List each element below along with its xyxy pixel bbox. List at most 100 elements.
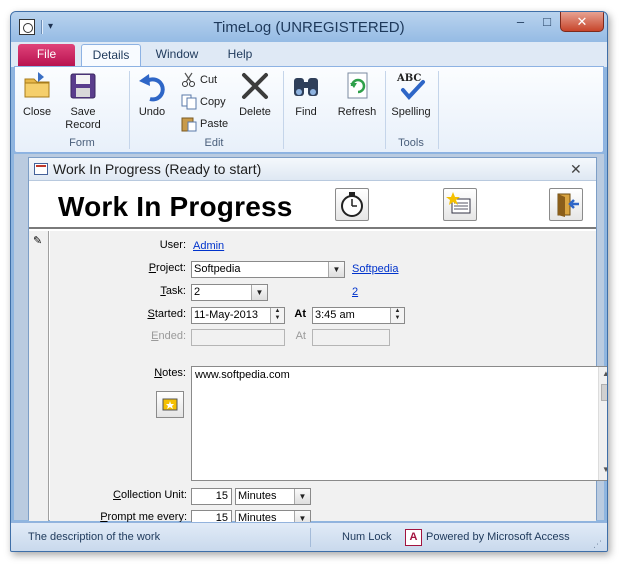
form-detail: User: Admin Project: Softpedia ▼ Softped…: [50, 231, 607, 527]
copy-button[interactable]: Copy: [181, 93, 226, 111]
form-header: Work In Progress: [29, 182, 596, 229]
ended-at-label: At: [295, 330, 306, 342]
form-title-bar: Work In Progress (Ready to start) ✕: [29, 158, 596, 181]
collection-value-input[interactable]: 15: [191, 488, 232, 505]
find-label: Find: [295, 106, 317, 118]
tab-window[interactable]: Window: [146, 44, 208, 67]
started-date-value: 11-May-2013: [194, 309, 258, 321]
chevron-down-icon[interactable]: ▼: [294, 489, 310, 504]
notes-textarea[interactable]: www.softpedia.com ▲ ▼: [191, 366, 607, 481]
ended-date-input: [191, 329, 285, 346]
title-bar: ▾ TimeLog (UNREGISTERED) – □ ✕: [11, 12, 607, 42]
paste-button[interactable]: Paste: [181, 115, 228, 133]
spin-buttons[interactable]: ▲ ▼: [390, 308, 404, 323]
spin-up-icon[interactable]: ▲: [391, 308, 404, 315]
cut-button[interactable]: Cut: [181, 71, 217, 89]
spelling-label: Spelling: [391, 106, 431, 118]
refresh-button[interactable]: Refresh: [335, 70, 379, 119]
delete-button[interactable]: Delete: [235, 70, 275, 119]
task-label-text: ask:: [165, 285, 186, 297]
project-link[interactable]: Softpedia: [352, 263, 398, 275]
spelling-button[interactable]: ABC Spelling: [388, 70, 434, 119]
spin-up-icon[interactable]: ▲: [271, 308, 284, 315]
notes-scrollbar[interactable]: ▲ ▼: [598, 367, 607, 480]
collection-unit-label: Collection Unit:: [70, 489, 187, 501]
group-separator: [385, 71, 386, 149]
new-task-icon: [446, 192, 471, 214]
started-time-input[interactable]: 3:45 am ▲ ▼: [312, 307, 405, 324]
notes-label-text: otes:: [162, 367, 186, 379]
refresh-icon: [347, 72, 368, 99]
start-timer-button[interactable]: [335, 188, 369, 221]
started-date-input[interactable]: 11-May-2013 ▲ ▼: [191, 307, 285, 324]
task-combo[interactable]: 2 ▼: [191, 284, 268, 301]
notes-label-accel: N: [154, 367, 163, 379]
copy-icon: [181, 94, 197, 110]
group-label-edit: Edit: [204, 137, 224, 149]
new-task-button[interactable]: [443, 188, 477, 221]
workspace: Work In Progress (Ready to start) ✕ Work…: [14, 154, 607, 527]
paste-label: Paste: [200, 118, 229, 130]
save-record-button[interactable]: Save Record: [61, 70, 105, 132]
stopwatch-icon: [341, 192, 363, 217]
exit-form-button[interactable]: [549, 188, 583, 221]
notes-stamp-icon: [162, 398, 178, 411]
ended-time-input: [312, 329, 390, 346]
group-separator: [283, 71, 284, 149]
project-value: Softpedia: [194, 263, 241, 275]
scroll-down-icon[interactable]: ▼: [602, 465, 607, 474]
undo-button[interactable]: Undo: [134, 70, 170, 119]
minimize-button[interactable]: –: [507, 12, 534, 32]
spin-down-icon[interactable]: ▼: [391, 315, 404, 322]
notes-stamp-button[interactable]: [156, 391, 184, 418]
group-separator: [438, 71, 439, 149]
ended-label: Ended:: [90, 330, 186, 342]
notes-label: Notes:: [90, 367, 186, 379]
started-time-value: 3:45 am: [315, 309, 355, 321]
svg-text:ABC: ABC: [396, 73, 421, 84]
chevron-down-icon[interactable]: ▼: [251, 285, 267, 300]
delete-label: Delete: [239, 106, 271, 118]
status-bar: The description of the work Num Lock A P…: [11, 522, 607, 551]
access-logo-icon: A: [405, 529, 422, 546]
started-label: Started:: [90, 308, 186, 320]
project-label-text: roject:: [156, 262, 186, 274]
refresh-label: Refresh: [337, 106, 377, 118]
close-form-icon: [24, 72, 50, 98]
chevron-down-icon[interactable]: ▼: [328, 262, 344, 277]
find-button[interactable]: Find: [289, 70, 323, 119]
task-label: Task:: [90, 285, 186, 297]
close-label: Close: [22, 106, 52, 118]
ended-label-text: nded:: [158, 330, 186, 342]
tab-help[interactable]: Help: [216, 44, 264, 67]
task-link[interactable]: 2: [352, 286, 358, 298]
tab-details[interactable]: Details: [81, 44, 141, 67]
close-form-button[interactable]: Close: [19, 70, 55, 119]
maximize-button[interactable]: □: [534, 12, 560, 32]
user-link[interactable]: Admin: [193, 240, 224, 252]
spin-down-icon[interactable]: ▼: [271, 315, 284, 322]
scroll-thumb[interactable]: [601, 384, 607, 401]
group-label-form: Form: [69, 137, 95, 149]
delete-icon: [242, 73, 268, 99]
powered-by-text: Powered by Microsoft Access: [426, 531, 570, 543]
paste-icon: [181, 117, 197, 132]
form-close-icon[interactable]: ✕: [570, 161, 582, 178]
ribbon-tab-bar: File Details Window Help: [11, 42, 607, 67]
copy-label: Copy: [200, 96, 226, 108]
status-text: The description of the work: [28, 531, 161, 543]
collection-unit-combo[interactable]: Minutes ▼: [235, 488, 311, 505]
project-label-accel: P: [148, 262, 157, 274]
cut-label: Cut: [200, 74, 218, 86]
spelling-icon: ABC: [396, 73, 425, 100]
record-selector[interactable]: ✎: [29, 231, 49, 521]
scroll-up-icon[interactable]: ▲: [602, 369, 607, 378]
project-combo[interactable]: Softpedia ▼: [191, 261, 345, 278]
collection-label-accel: C: [113, 489, 121, 501]
undo-label: Undo: [138, 106, 166, 118]
ribbon: Close Save Record Form Undo Cut Copy Pas…: [14, 66, 604, 153]
resize-grip-icon[interactable]: ⋰: [593, 539, 602, 550]
close-window-button[interactable]: ✕: [560, 12, 604, 32]
tab-file[interactable]: File: [18, 44, 75, 66]
spin-buttons[interactable]: ▲ ▼: [270, 308, 284, 323]
